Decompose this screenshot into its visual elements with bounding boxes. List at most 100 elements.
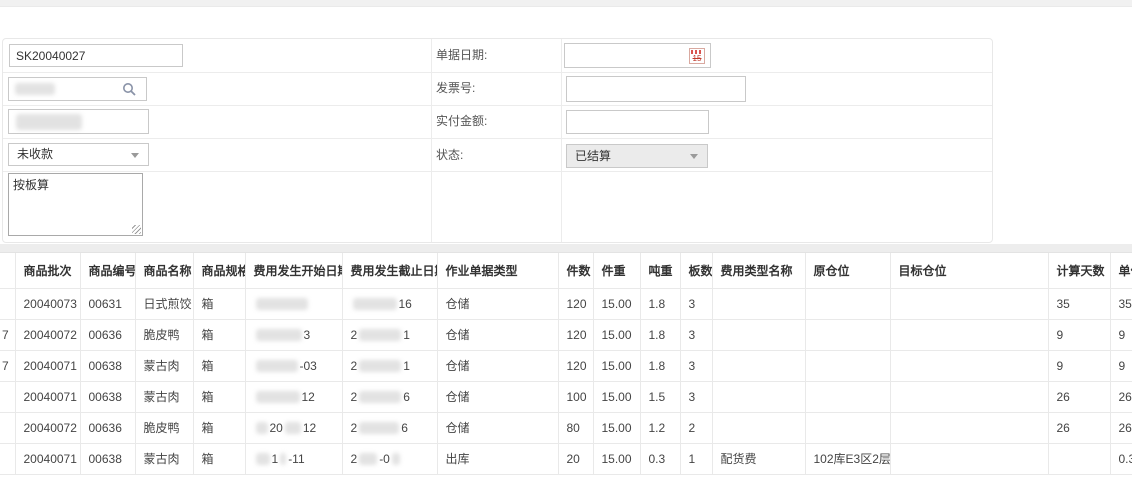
cell-fee-type-name (712, 350, 805, 381)
redacted-text (256, 453, 270, 465)
cell-calc-days: 9 (1048, 350, 1110, 381)
column-header-batch: 商品批次 (15, 253, 80, 288)
cell-row-index (0, 288, 15, 319)
cell-pallets: 3 (680, 319, 712, 350)
cell-calc-days (1048, 443, 1110, 474)
invoice-no-input[interactable] (566, 76, 746, 102)
cell-calc-days: 26 (1048, 412, 1110, 443)
redacted-text (359, 329, 401, 341)
cell-target-bin (890, 412, 1048, 443)
cell-product-name: 脆皮鸭 (135, 319, 193, 350)
settlement-object-input[interactable] (8, 109, 149, 134)
redacted-text (256, 422, 268, 434)
payment-status-select[interactable]: 未收款 (8, 143, 149, 166)
cell-pieces: 100 (558, 381, 593, 412)
remark-textarea[interactable]: 按板算 (8, 173, 143, 236)
cell-pieces: 120 (558, 319, 593, 350)
table-row[interactable]: 72004007200636脆皮鸭箱321仓储12015.001.8399 (0, 319, 1132, 350)
status-select[interactable]: 已结算 (566, 144, 708, 168)
cell-fee-start-date (245, 288, 342, 319)
cell-piece-weight: 15.00 (593, 381, 640, 412)
cell-pieces: 120 (558, 288, 593, 319)
column-header-target-bin: 目标仓位 (890, 253, 1048, 288)
redacted-text (285, 422, 301, 434)
table-header-row: 商品批次商品编号商品名称商品规格费用发生开始日期费用发生截止日期作业单据类型件数… (0, 253, 1132, 288)
cell-product-name: 蒙古肉 (135, 350, 193, 381)
cell-fee-type-name (712, 288, 805, 319)
cell-unit: 26 (1110, 412, 1132, 443)
cell-target-bin (890, 319, 1048, 350)
redacted-text (359, 391, 401, 403)
cell-calc-days: 26 (1048, 381, 1110, 412)
cell-pallets: 3 (680, 381, 712, 412)
search-icon[interactable] (122, 82, 137, 100)
calendar-icon[interactable]: 15 (689, 48, 705, 64)
cell-product-name: 蒙古肉 (135, 381, 193, 412)
redacted-text (353, 298, 397, 310)
cell-fee-type-name (712, 412, 805, 443)
cell-batch: 20040071 (15, 350, 80, 381)
column-header-origin-bin: 原仓位 (805, 253, 890, 288)
date-fragment: 2 (351, 328, 358, 342)
cell-fee-end-date: 26 (342, 381, 437, 412)
cell-fee-end-date: 26 (342, 412, 437, 443)
table-row[interactable]: 2004007100638蒙古肉箱1226仓储10015.001.532626 (0, 381, 1132, 412)
cell-product-no: 00638 (80, 381, 135, 412)
column-divider (431, 39, 432, 242)
cell-unit: 9 (1110, 319, 1132, 350)
cell-unit: 0.3 (1110, 443, 1132, 474)
caret-down-icon (131, 153, 139, 158)
cell-spec: 箱 (193, 381, 245, 412)
cell-spec: 箱 (193, 319, 245, 350)
table-row[interactable]: 2004007300631日式煎饺箱16仓储12015.001.833535 (0, 288, 1132, 319)
top-toolbar-strip (0, 0, 1132, 7)
cell-ton-weight: 1.5 (640, 381, 680, 412)
cell-spec: 箱 (193, 288, 245, 319)
date-fragment: 1 (403, 359, 410, 373)
column-divider (561, 39, 562, 242)
cell-pallets: 3 (680, 288, 712, 319)
cell-piece-weight: 15.00 (593, 443, 640, 474)
redacted-text (256, 391, 300, 403)
date-fragment: 6 (403, 390, 410, 404)
redacted-text (256, 298, 308, 310)
cell-product-name: 蒙古肉 (135, 443, 193, 474)
cell-fee-end-date: 21 (342, 319, 437, 350)
customer-lookup-input[interactable] (8, 77, 147, 101)
cell-target-bin (890, 350, 1048, 381)
cell-pallets: 2 (680, 412, 712, 443)
column-header-product-no: 商品编号 (80, 253, 135, 288)
cell-pieces: 20 (558, 443, 593, 474)
redacted-text (359, 422, 399, 434)
cell-pieces: 120 (558, 350, 593, 381)
cell-doc-type: 仓储 (437, 288, 558, 319)
cell-unit: 9 (1110, 350, 1132, 381)
paid-amount-input[interactable] (566, 110, 709, 134)
cell-batch: 20040071 (15, 381, 80, 412)
cell-piece-weight: 15.00 (593, 350, 640, 381)
table-row[interactable]: 2004007200636脆皮鸭箱201226仓储8015.001.222626 (0, 412, 1132, 443)
redacted-text (280, 453, 286, 465)
cell-ton-weight: 1.8 (640, 319, 680, 350)
table-row[interactable]: 2004007100638蒙古肉箱1-112-0出库2015.000.31配货费… (0, 443, 1132, 474)
cell-fee-start-date: 3 (245, 319, 342, 350)
cell-target-bin (890, 288, 1048, 319)
column-header-piece-weight: 件重 (593, 253, 640, 288)
cell-batch: 20040072 (15, 412, 80, 443)
cell-product-no: 00638 (80, 443, 135, 474)
doc-date-input[interactable]: 15 (564, 43, 711, 68)
cell-origin-bin (805, 381, 890, 412)
cell-ton-weight: 1.2 (640, 412, 680, 443)
settlement-form-panel: 单据日期: 15 发票号: 实付金额: 未收款 状态: 已结算 按板算 (2, 38, 993, 243)
table-row[interactable]: 72004007100638蒙古肉箱-0321仓储12015.001.8399 (0, 350, 1132, 381)
cell-fee-end-date: 2-0 (342, 443, 437, 474)
column-header-unit: 单位 (1110, 253, 1132, 288)
cell-spec: 箱 (193, 443, 245, 474)
column-header-ton-weight: 吨重 (640, 253, 680, 288)
cell-product-name: 脆皮鸭 (135, 412, 193, 443)
date-fragment: -0 (379, 452, 390, 466)
cell-fee-start-date: -03 (245, 350, 342, 381)
row-divider (3, 105, 992, 106)
doc-no-input[interactable] (9, 44, 183, 67)
cell-origin-bin (805, 319, 890, 350)
